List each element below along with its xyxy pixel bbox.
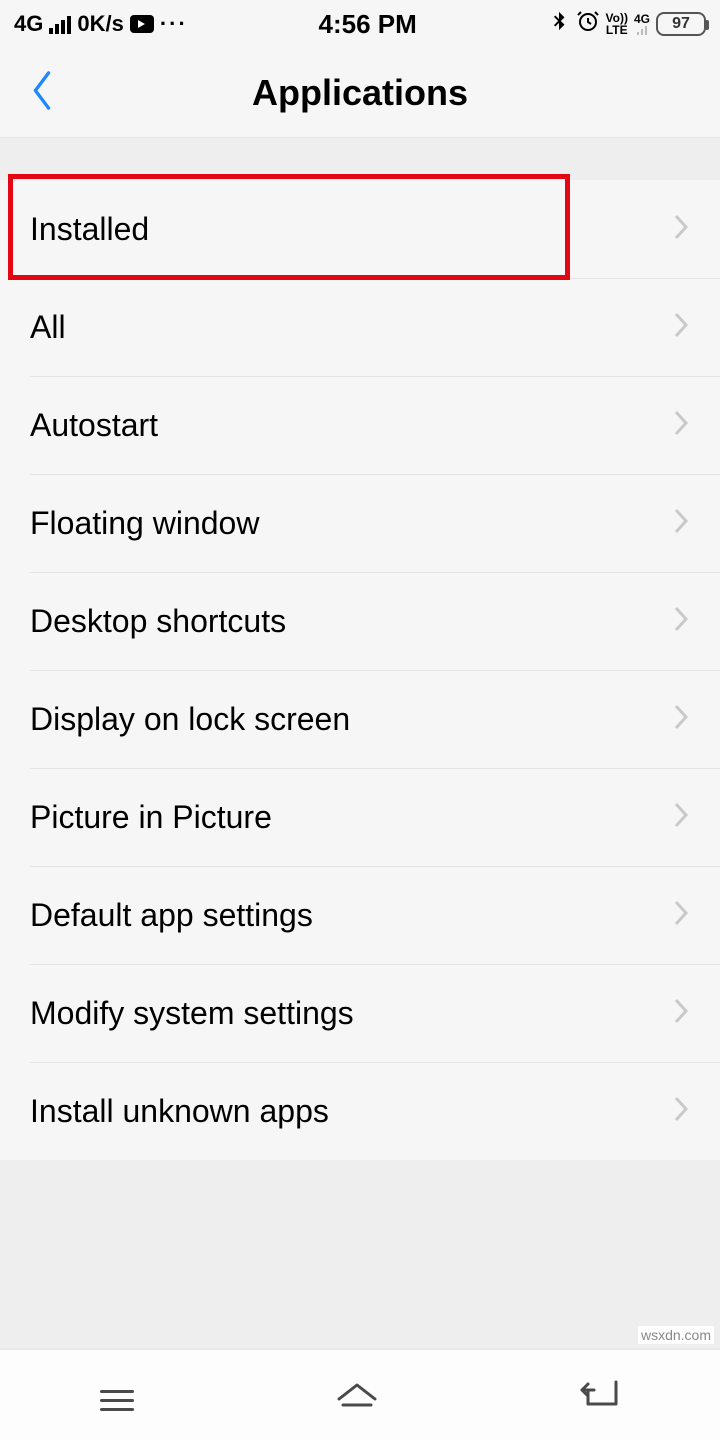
row-label: Floating window	[30, 505, 259, 542]
chevron-right-icon	[672, 898, 690, 933]
bluetooth-icon	[548, 8, 570, 40]
watermark-label: wsxdn.com	[638, 1326, 714, 1344]
secondary-network-icon: 4G	[634, 13, 650, 35]
status-left: 4G 0K/s ···	[14, 11, 188, 37]
back-icon	[580, 1376, 620, 1410]
row-label: Default app settings	[30, 897, 313, 934]
chevron-right-icon	[672, 408, 690, 443]
chevron-right-icon	[672, 212, 690, 247]
row-label: Installed	[30, 211, 149, 248]
navigation-bar	[0, 1348, 720, 1440]
row-installed[interactable]: Installed	[0, 180, 720, 278]
row-label: Autostart	[30, 407, 158, 444]
chevron-right-icon	[672, 604, 690, 639]
row-label: Install unknown apps	[30, 1093, 329, 1130]
chevron-right-icon	[672, 506, 690, 541]
app-header: Applications	[0, 48, 720, 138]
signal-icon	[49, 14, 71, 34]
video-app-icon	[130, 15, 154, 33]
status-bar: 4G 0K/s ··· 4:56 PM Vo)) LTE 4G 97	[0, 0, 720, 48]
chevron-right-icon	[672, 800, 690, 835]
recents-button[interactable]	[100, 1380, 134, 1411]
settings-list: Installed All Autostart Floating window …	[0, 180, 720, 1160]
back-button[interactable]	[28, 68, 56, 117]
row-display-on-lock-screen[interactable]: Display on lock screen	[0, 670, 720, 768]
chevron-right-icon	[672, 310, 690, 345]
alarm-icon	[576, 9, 600, 39]
menu-icon	[100, 1390, 134, 1411]
back-nav-button[interactable]	[580, 1376, 620, 1415]
row-install-unknown-apps[interactable]: Install unknown apps	[0, 1062, 720, 1160]
home-icon	[335, 1377, 379, 1409]
chevron-right-icon	[672, 702, 690, 737]
clock-label: 4:56 PM	[319, 9, 417, 40]
volte-icon: Vo)) LTE	[606, 12, 628, 36]
network-speed-label: 0K/s	[77, 11, 123, 37]
row-label: Modify system settings	[30, 995, 354, 1032]
section-gap	[0, 138, 720, 180]
row-default-app-settings[interactable]: Default app settings	[0, 866, 720, 964]
row-label: Display on lock screen	[30, 701, 350, 738]
status-right: Vo)) LTE 4G 97	[548, 8, 706, 40]
network-type-label: 4G	[14, 11, 43, 37]
page-title: Applications	[0, 72, 720, 114]
row-picture-in-picture[interactable]: Picture in Picture	[0, 768, 720, 866]
row-label: Picture in Picture	[30, 799, 272, 836]
row-floating-window[interactable]: Floating window	[0, 474, 720, 572]
row-label: All	[30, 309, 66, 346]
more-notifications-icon: ···	[160, 11, 188, 37]
chevron-right-icon	[672, 996, 690, 1031]
row-autostart[interactable]: Autostart	[0, 376, 720, 474]
chevron-right-icon	[672, 1094, 690, 1129]
home-button[interactable]	[335, 1377, 379, 1414]
row-label: Desktop shortcuts	[30, 603, 286, 640]
battery-icon: 97	[656, 12, 706, 36]
row-modify-system-settings[interactable]: Modify system settings	[0, 964, 720, 1062]
row-desktop-shortcuts[interactable]: Desktop shortcuts	[0, 572, 720, 670]
row-all[interactable]: All	[0, 278, 720, 376]
